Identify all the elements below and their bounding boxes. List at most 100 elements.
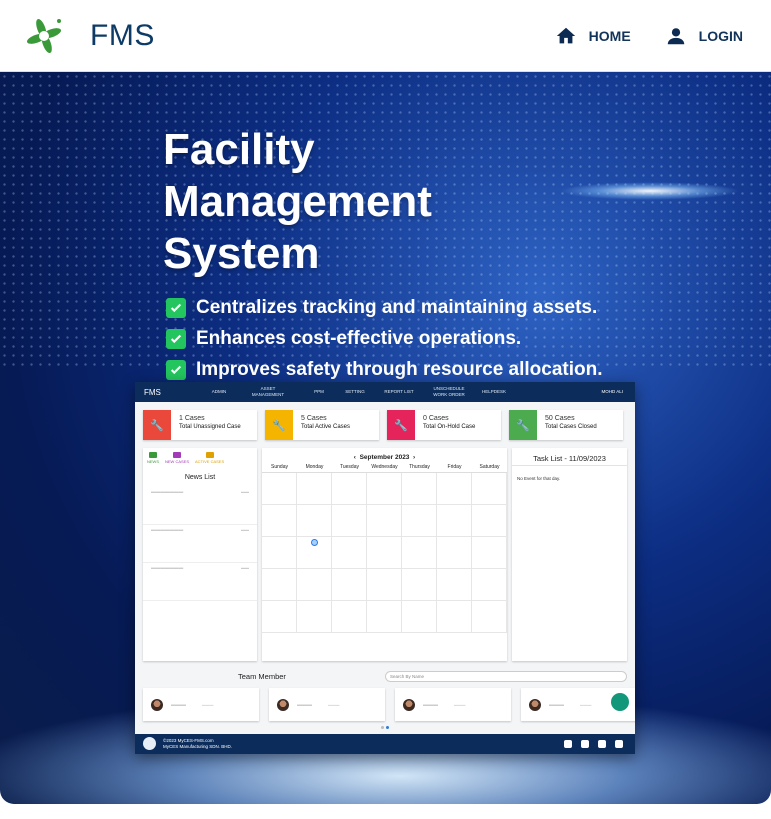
wrench-icon: 🔧 [387,410,415,440]
tab-label: NEW CASES [165,459,190,464]
wrench-icon: 🔧 [509,410,537,440]
weekday-row: Sunday Monday Tuesday Wednesday Thursday… [262,464,507,473]
list-item: ▬▬▬▬▬▬▬ ▬▬ [143,563,257,601]
avatar [277,698,289,711]
member-card: ▬▬▬ ▬▬▬ [143,688,259,721]
preview-menu-item: HELPDESK [481,389,506,394]
facebook-icon [564,740,572,748]
task-list-panel: Task List - 11/09/2023 No Event for that… [512,448,627,661]
nav-home-label: HOME [588,28,631,44]
summary-card: 🔧 50 Cases Total Cases Closed [509,410,623,440]
list-item: ▬▬▬▬▬▬▬ ▬▬ [143,487,257,525]
main-nav: HOME LOGIN [555,0,743,72]
summary-card: 🔧 0 Cases Total On-Hold Case [387,410,501,440]
footer-logo [143,737,156,750]
feature-text: Enhances cost-effective operations. [196,327,522,349]
summary-cards: 🔧 1 Cases Total Unassigned Case 🔧 5 Cases… [143,410,623,440]
preview-menu-item: REPORT LIST [384,389,414,394]
preview-menu-item: PPM [314,389,324,394]
carousel-dots [381,726,389,729]
calendar-header: ‹ September 2023 › [353,454,416,461]
team-search: Search By Name [385,671,627,682]
today-marker [310,539,318,546]
preview-brand: FMS [144,387,161,397]
tab-label: NEWS [147,459,159,464]
brand-title: FMS [90,18,155,52]
card-count: 50 Cases [545,415,575,422]
list-item: ▬▬▬▬▬▬▬ ▬▬ [143,525,257,563]
checkbox-icon [166,359,186,380]
card-count: 0 Cases [423,415,449,422]
hero-section: Facility Management System Centralizes t… [0,72,771,804]
news-tabs: NEWS NEW CASES ACTIVE CASES [143,448,257,464]
weekday: Tuesday [340,464,359,470]
chat-fab-icon [611,693,629,711]
wrench-icon: 🔧 [265,410,293,440]
weekday: Saturday [479,464,500,470]
calendar-month: September 2023 [359,454,410,461]
hero-title-line: Facility [163,125,315,174]
preview-menu-item: UNSCHEDULE WORK ORDER [433,386,465,397]
preview-menu-item: ASSET MANAGEMENT [251,386,285,397]
news-list-title: News List [184,474,216,481]
task-empty-text: No Event for that day. [517,476,561,481]
tab-active-cases: ACTIVE CASES [195,452,224,464]
tab-new-cases: NEW CASES [165,452,189,464]
preview-user: MOHD ALI [601,389,623,394]
preview-menu: ADMIN ASSET MANAGEMENT PPM SETTING REPOR… [205,382,509,402]
avatar [151,698,163,711]
card-label: Total On-Hold Case [423,424,476,430]
task-list-title: Task List - 11/09/2023 [512,448,627,466]
preview-menu-item: SETTING [345,389,365,394]
feature-item: Enhances cost-effective operations. [166,323,603,354]
weekday: Monday [305,464,324,470]
wrench-icon: 🔧 [143,410,171,440]
linkedin-icon [581,740,589,748]
card-count: 5 Cases [301,415,327,422]
avatar [529,698,541,711]
feature-text: Centralizes tracking and maintaining ass… [196,296,598,318]
member-card: ▬▬▬ ▬▬▬ [395,688,511,721]
social-icons [564,740,623,748]
team-members: ▬▬▬ ▬▬▬ ▬▬▬ ▬▬▬ ▬▬▬ ▬▬▬ ▬▬▬ ▬▬▬ [143,688,635,721]
weekday: Wednesday [371,464,398,470]
dashboard-preview: FMS ADMIN ASSET MANAGEMENT PPM SETTING R… [135,382,635,754]
card-label: Total Cases Closed [545,424,597,430]
preview-menu-item: ADMIN [211,389,227,394]
logo[interactable] [20,16,68,56]
nav-login-label: LOGIN [698,28,743,44]
feature-item: Centralizes tracking and maintaining ass… [166,292,603,323]
feature-text: Improves safety through resource allocat… [196,358,603,380]
hero-title-line: System [163,229,320,278]
tab-news: NEWS [147,452,159,464]
checkbox-icon [166,328,186,349]
preview-footer: ©2023 MyCES-FMS.com MyCES Manufacturing … [135,734,635,754]
feature-list: Centralizes tracking and maintaining ass… [166,292,603,385]
person-icon [667,28,684,45]
hero-title-line: Management [163,177,432,226]
card-label: Total Active Cases [301,424,351,430]
summary-card: 🔧 1 Cases Total Unassigned Case [143,410,257,440]
member-card: ▬▬▬ ▬▬▬ [269,688,385,721]
avatar [403,698,415,711]
team-title: Team Member [238,672,286,681]
tab-label: ACTIVE CASES [195,459,225,464]
card-label: Total Unassigned Case [179,424,241,430]
calendar-grid [262,473,507,633]
nav-home[interactable]: HOME [555,25,631,47]
checkbox-icon [166,297,186,318]
mail-icon [598,740,606,748]
weekday: Thursday [409,464,430,470]
feature-item: Improves safety through resource allocat… [166,354,603,385]
top-navbar: FMS HOME LOGIN [0,0,771,72]
summary-card: 🔧 5 Cases Total Active Cases [265,410,379,440]
weekday: Sunday [271,464,288,470]
home-icon [556,27,575,44]
hero-title: Facility Management System [163,124,523,280]
preview-navbar: FMS ADMIN ASSET MANAGEMENT PPM SETTING R… [135,382,635,402]
news-panel: NEWS NEW CASES ACTIVE CASES News List ▬▬… [143,448,257,661]
nav-login[interactable]: LOGIN [665,25,743,47]
calendar-panel: ‹ September 2023 › Sunday Monday Tuesday… [262,448,507,661]
light-flare [560,182,740,200]
weekday: Friday [447,464,462,470]
